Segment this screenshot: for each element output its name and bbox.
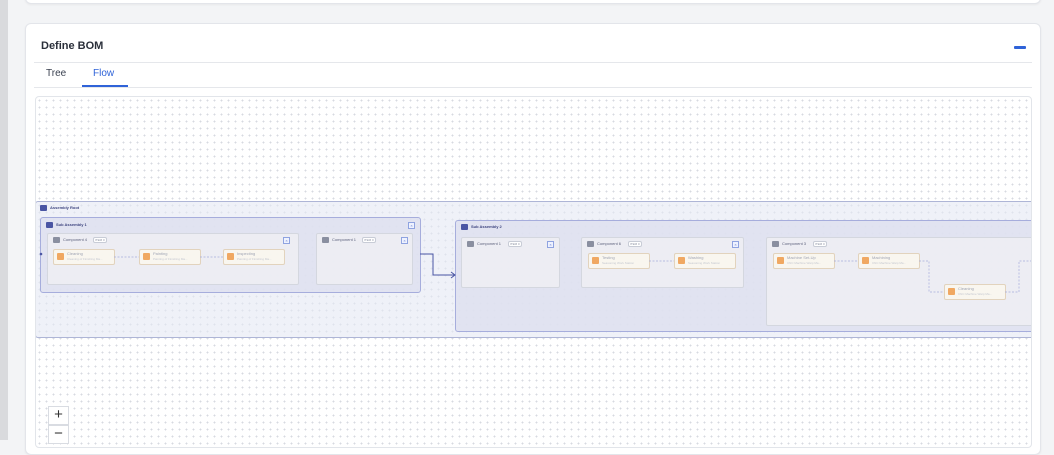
zoom-in-button[interactable]: + — [48, 406, 69, 425]
flow-canvas[interactable]: Assembly Root Sub Assembly 1 × Component… — [35, 96, 1032, 448]
flow-connectors — [39, 252, 1031, 293]
zoom-out-button[interactable]: − — [48, 425, 69, 444]
connector-edge — [919, 260, 944, 293]
tabs-divider — [34, 87, 1032, 88]
page-title: Define BOM — [41, 40, 104, 52]
connector-handle — [39, 252, 43, 256]
header-divider — [34, 62, 1032, 63]
previous-section-card — [25, 0, 1041, 4]
connector-edge — [420, 253, 455, 276]
tab-tree[interactable]: Tree — [46, 68, 66, 79]
side-panel-edge — [0, 0, 8, 440]
collapse-button[interactable] — [1014, 46, 1026, 49]
connector-edge — [1005, 260, 1031, 293]
tab-flow[interactable]: Flow — [93, 68, 114, 79]
define-bom-card: Define BOM Tree Flow Assembly Root Sub A… — [25, 23, 1041, 455]
